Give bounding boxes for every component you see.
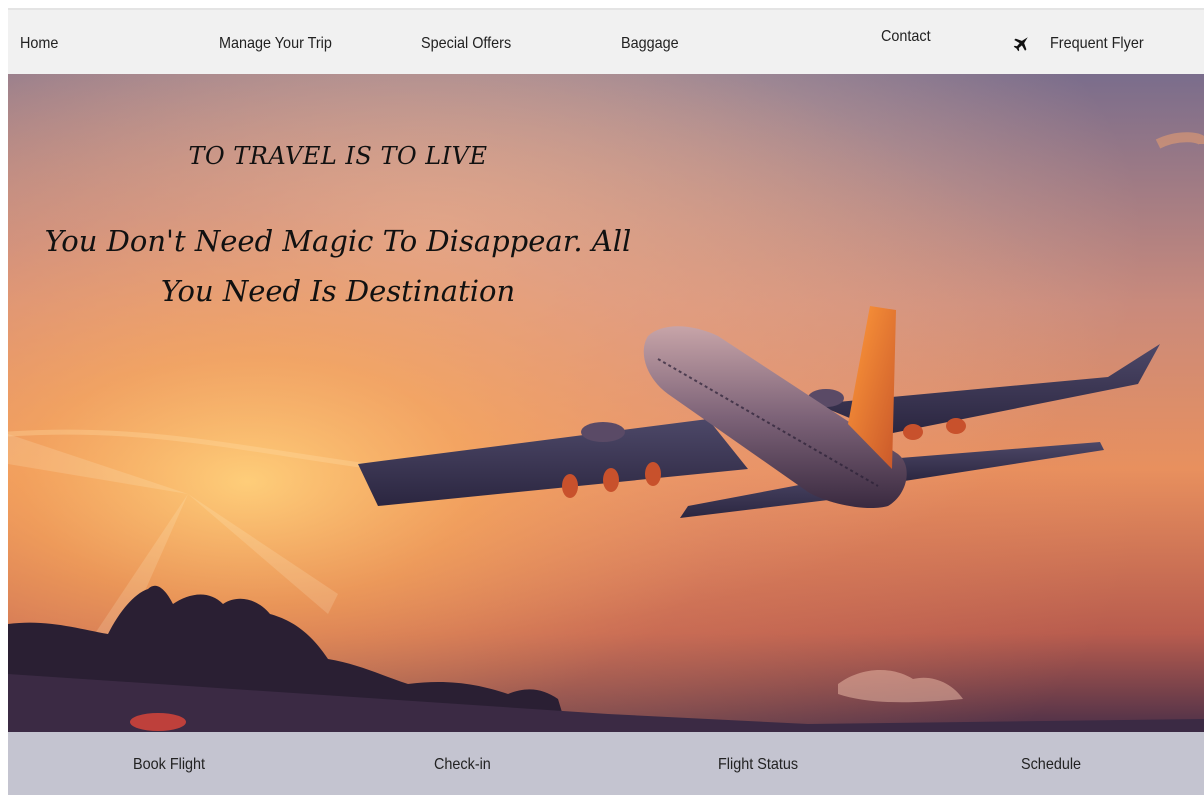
nav-manage-trip-link[interactable]: Manage Your Trip: [219, 35, 332, 53]
hero-image: [8, 74, 1204, 732]
hero-tagline: You Don't Need Magic To Disappear. All Y…: [8, 216, 668, 316]
bottom-nav: Book Flight Check-in Flight Status Sched…: [8, 732, 1204, 795]
nav-frequent-flyer-link[interactable]: Frequent Flyer: [1050, 35, 1144, 53]
nav-special-offers-link[interactable]: Special Offers: [421, 35, 511, 53]
flight-status-link[interactable]: Flight Status: [718, 756, 798, 774]
hero-tagline-line-1: You Don't Need Magic To Disappear. All: [44, 224, 632, 258]
schedule-link[interactable]: Schedule: [1021, 756, 1081, 774]
nav-baggage-link[interactable]: Baggage: [621, 35, 679, 53]
hero-banner: TO TRAVEL IS TO LIVE You Don't Need Magi…: [8, 74, 1204, 732]
top-nav: Home Manage Your Trip Special Offers Bag…: [8, 8, 1204, 76]
page: Home Manage Your Trip Special Offers Bag…: [0, 0, 1204, 795]
book-flight-link[interactable]: Book Flight: [133, 756, 205, 774]
hero-tagline-line-2: You Need Is Destination: [160, 274, 516, 308]
nav-contact-link[interactable]: Contact: [881, 28, 931, 46]
hero-title: TO TRAVEL IS TO LIVE: [188, 142, 488, 170]
check-in-link[interactable]: Check-in: [434, 756, 491, 774]
plane-icon: [1013, 37, 1028, 52]
nav-home-link[interactable]: Home: [20, 35, 58, 53]
